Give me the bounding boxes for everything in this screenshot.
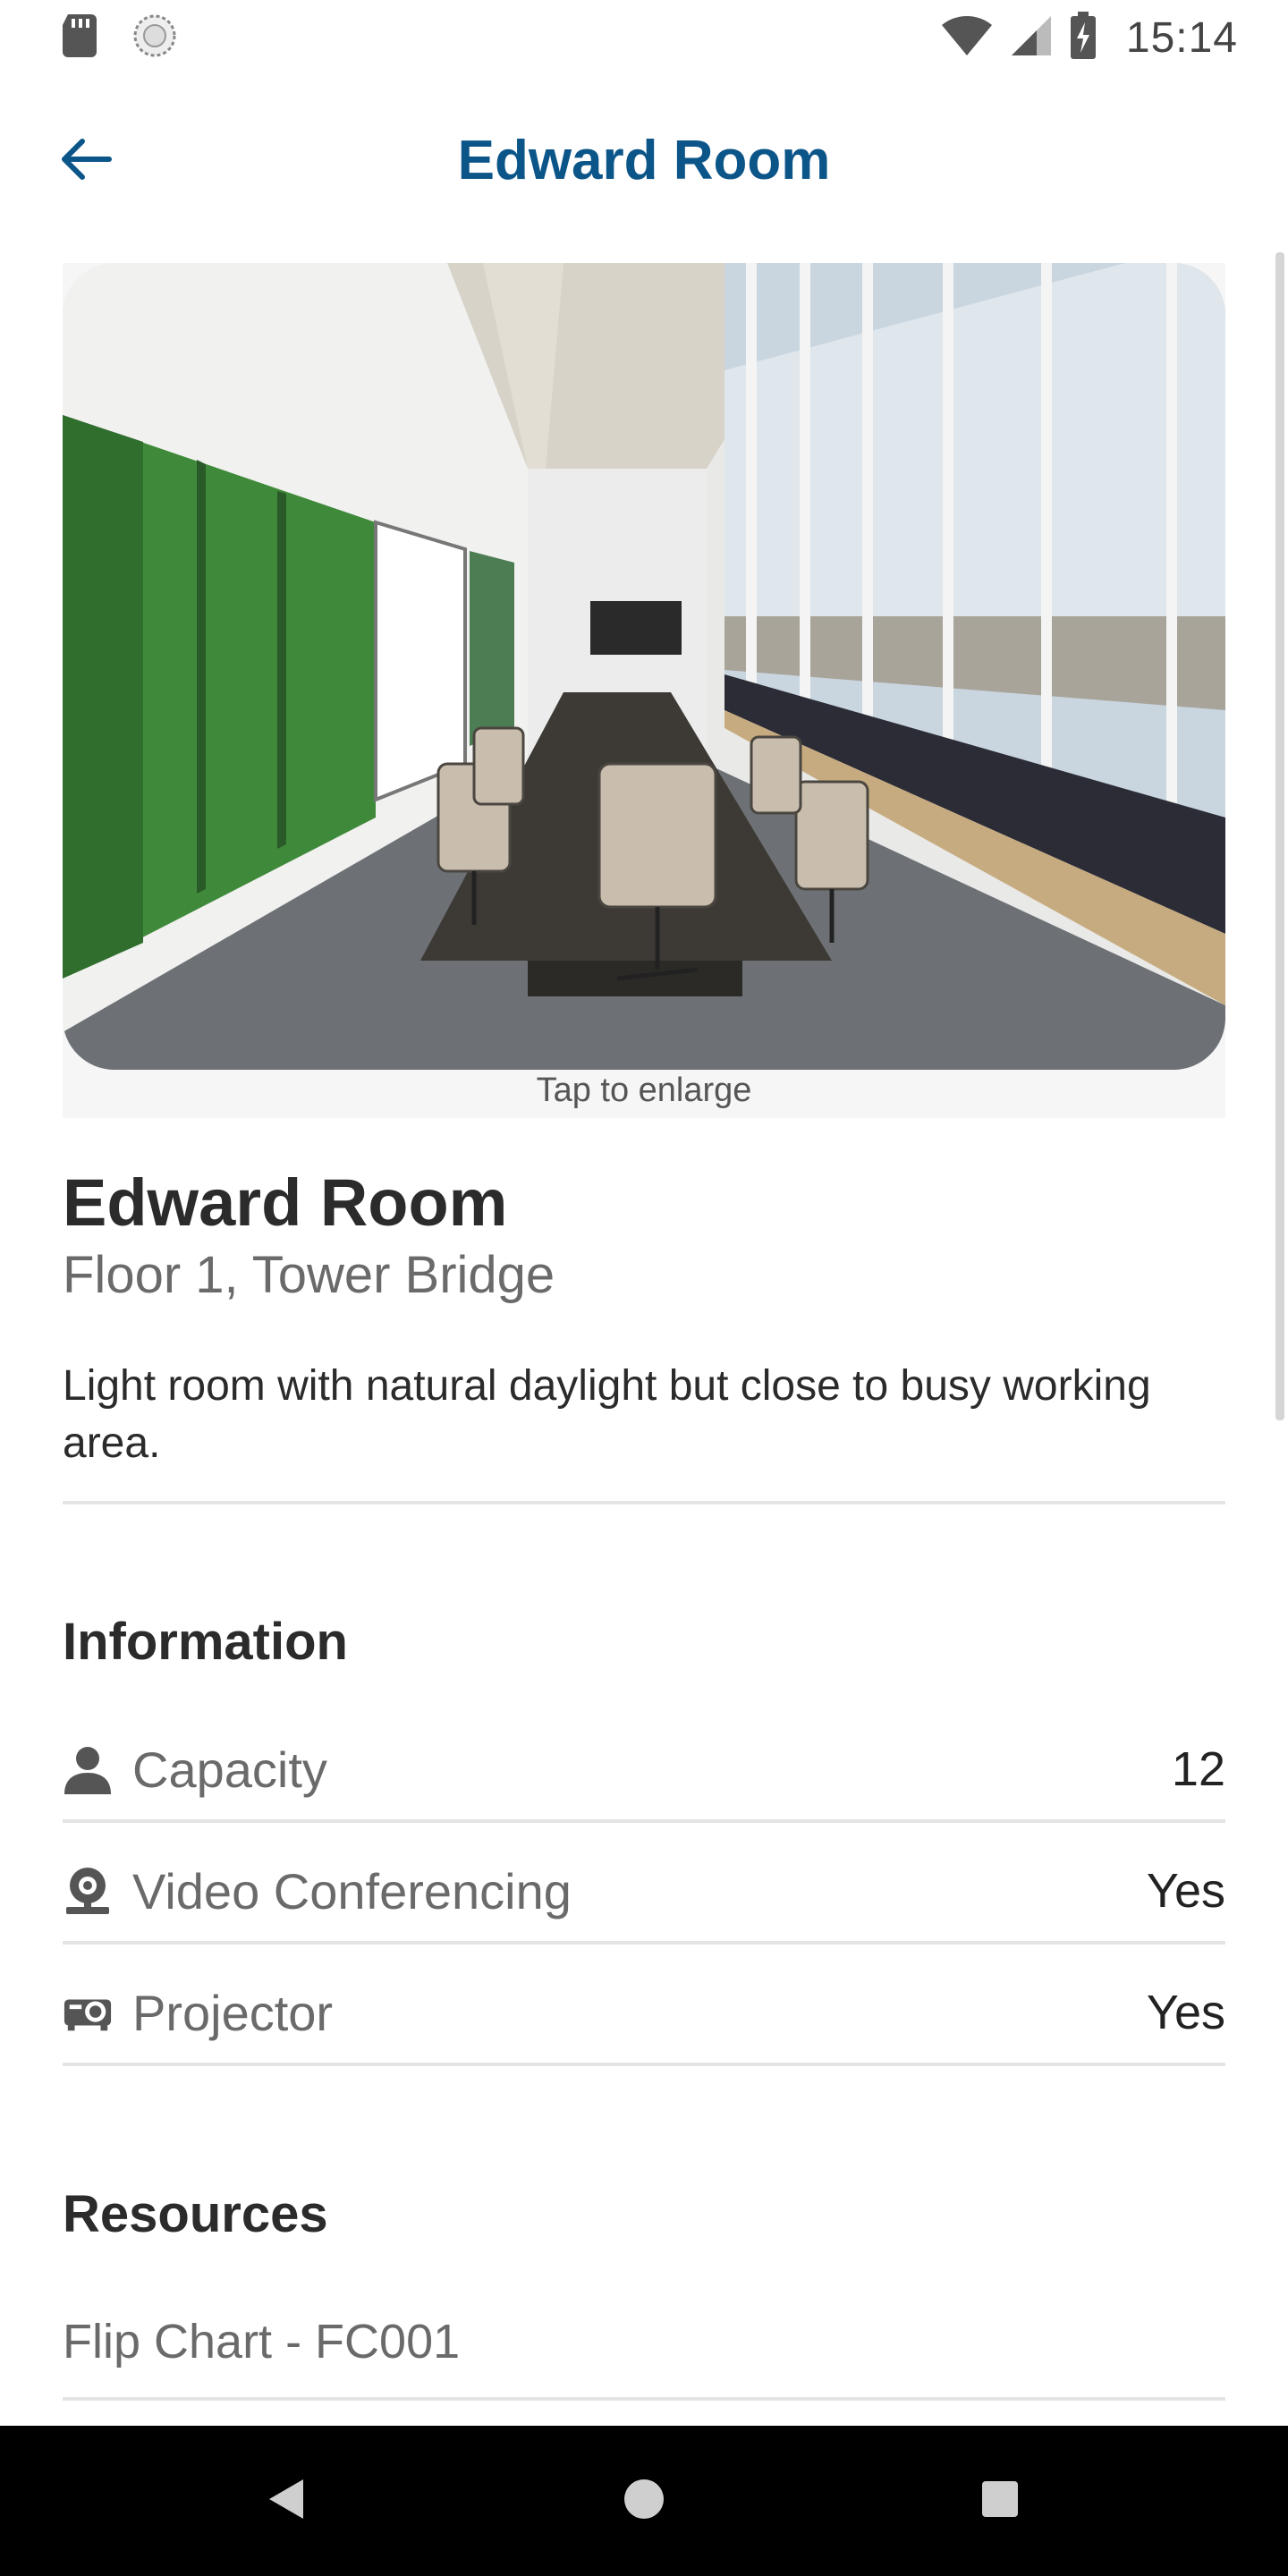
tap-to-enlarge-hint: Tap to enlarge bbox=[536, 1072, 752, 1109]
info-row-capacity: Capacity 12 bbox=[63, 1708, 1225, 1830]
battery-charging-icon bbox=[1069, 11, 1097, 64]
info-row-video-conferencing: Video Conferencing Yes bbox=[63, 1830, 1225, 1952]
info-label: Projector bbox=[132, 1984, 334, 2041]
scrollbar[interactable] bbox=[1275, 252, 1284, 1420]
info-value: 12 bbox=[1171, 1742, 1225, 1796]
sync-icon bbox=[132, 13, 177, 63]
information-heading: Information bbox=[63, 1613, 348, 1671]
page-title: Edward Room bbox=[457, 130, 831, 191]
divider bbox=[63, 2397, 1225, 2401]
divider bbox=[63, 2063, 1225, 2066]
info-value: Yes bbox=[1146, 1986, 1225, 2039]
status-right: 15:14 bbox=[940, 11, 1238, 64]
nav-back-button[interactable] bbox=[250, 2465, 322, 2537]
divider bbox=[63, 1941, 1225, 1945]
status-time: 15:14 bbox=[1125, 13, 1238, 62]
home-circle-icon bbox=[623, 2478, 665, 2525]
recents-square-icon bbox=[980, 2479, 1020, 2523]
info-value: Yes bbox=[1146, 1864, 1225, 1918]
info-label: Video Conferencing bbox=[132, 1862, 572, 1919]
screen: 15:14 Edward Room Tap to enlarge Edward … bbox=[0, 0, 1288, 2576]
status-left bbox=[61, 13, 177, 63]
back-triangle-icon bbox=[266, 2477, 307, 2526]
sd-card-icon bbox=[61, 13, 98, 62]
divider bbox=[63, 1501, 1225, 1504]
room-location: Floor 1, Tower Bridge bbox=[63, 1246, 555, 1304]
nav-home-button[interactable] bbox=[608, 2465, 680, 2537]
projector-icon bbox=[63, 1987, 113, 2038]
cell-signal-icon bbox=[1010, 14, 1053, 62]
divider bbox=[63, 1819, 1225, 1823]
resources-heading: Resources bbox=[63, 2185, 328, 2243]
nav-recents-button[interactable] bbox=[964, 2465, 1036, 2537]
app-bar: Edward Room bbox=[0, 89, 1288, 242]
resource-item[interactable]: Flip Chart - FC001 bbox=[63, 2281, 1225, 2402]
room-description: Light room with natural daylight but clo… bbox=[63, 1362, 1151, 1467]
person-icon bbox=[63, 1744, 113, 1794]
webcam-icon bbox=[63, 1866, 113, 1916]
room-name: Edward Room bbox=[63, 1165, 508, 1240]
info-label: Capacity bbox=[132, 1741, 327, 1798]
wifi-icon bbox=[940, 14, 994, 62]
navigation-bar bbox=[0, 2426, 1288, 2576]
info-row-projector: Projector Yes bbox=[63, 1952, 1225, 2073]
room-photo[interactable] bbox=[63, 263, 1225, 1070]
status-bar: 15:14 bbox=[0, 0, 1288, 75]
